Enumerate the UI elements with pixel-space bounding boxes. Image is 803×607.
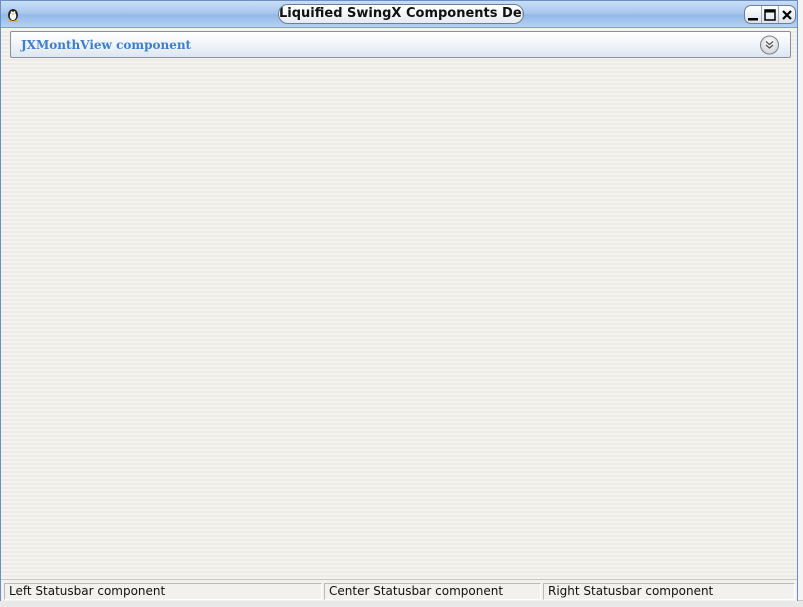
status-center: Center Statusbar component [324, 583, 541, 600]
status-bar: Left Statusbar component Center Statusba… [1, 579, 797, 601]
maximize-button[interactable] [762, 6, 779, 23]
window-title: Liquified SwingX Components Demo [278, 4, 524, 24]
title-bar[interactable]: Liquified SwingX Components Demo [1, 1, 797, 28]
main-content: JXMonthView component [1, 29, 797, 578]
minimize-button[interactable] [745, 6, 762, 23]
taskpane-header-jxmonthview[interactable]: JXMonthView component [10, 31, 791, 58]
window-controls [744, 5, 796, 24]
collapse-button[interactable] [759, 35, 780, 55]
minimize-icon [748, 17, 758, 20]
close-icon [782, 9, 792, 20]
app-icon[interactable] [5, 6, 21, 22]
status-right: Right Statusbar component [543, 583, 795, 600]
close-button[interactable] [779, 6, 795, 23]
status-left: Left Statusbar component [4, 583, 322, 600]
taskpane-title: JXMonthView component [21, 38, 192, 52]
chevron-double-down-icon [760, 35, 779, 55]
desktop-background-bottom [0, 600, 803, 607]
app-window: Liquified SwingX Components Demo JXMonth… [0, 0, 798, 601]
maximize-icon [764, 8, 776, 21]
